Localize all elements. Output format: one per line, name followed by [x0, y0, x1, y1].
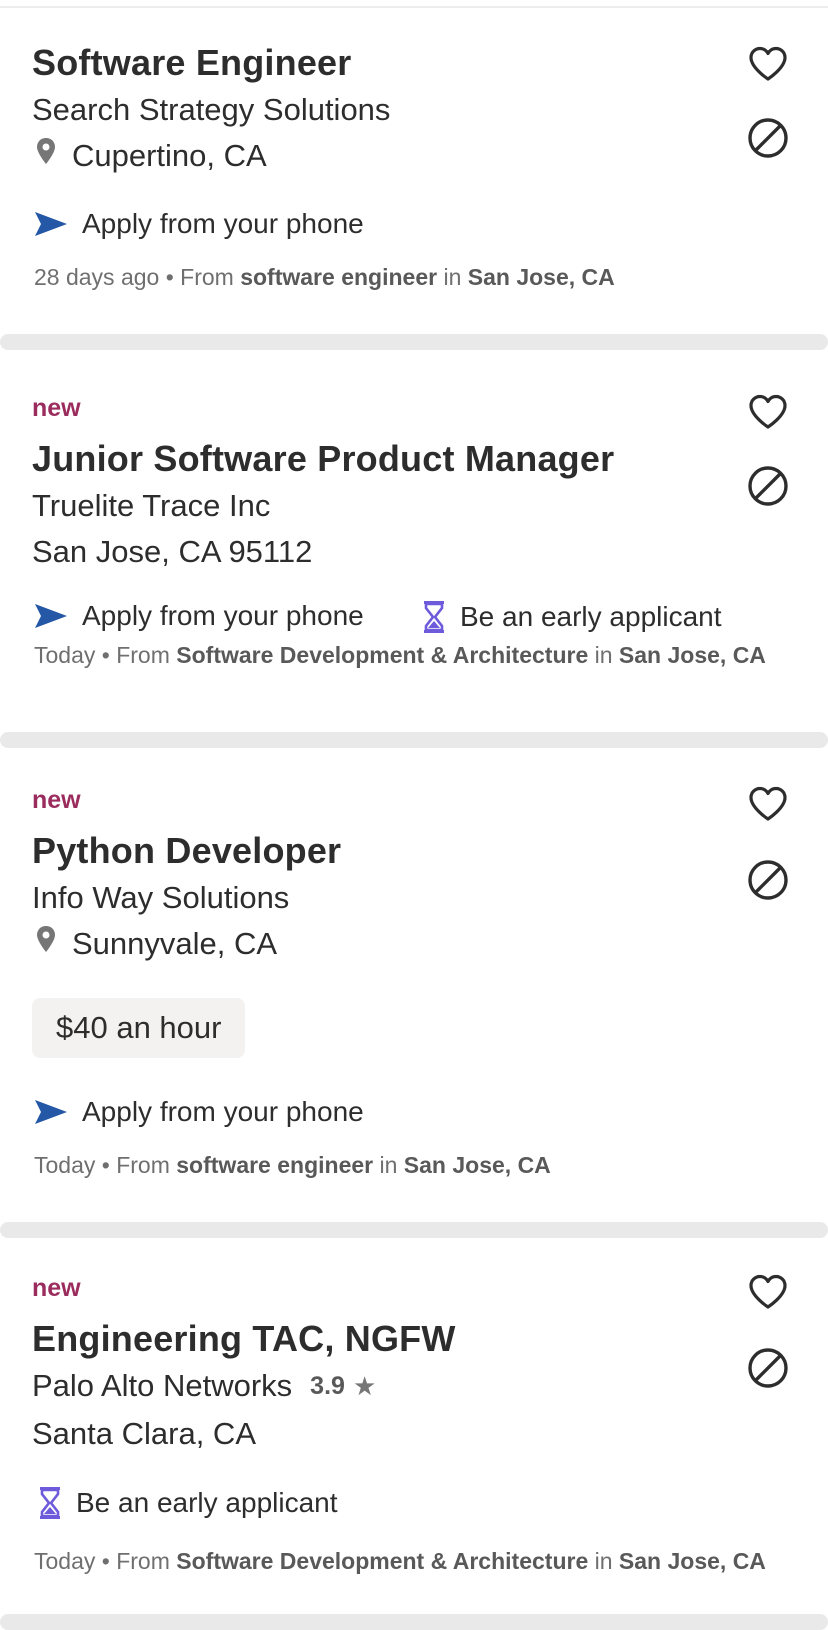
in-word: in [443, 264, 462, 290]
not-interested-icon [748, 860, 788, 900]
company-text: Palo Alto Networks [32, 1368, 293, 1403]
not-interested-icon [748, 118, 788, 158]
location-text: Sunnyvale, CA [72, 926, 278, 961]
posted-date: Today [34, 1152, 96, 1178]
search-term: Software Development & Architecture [176, 642, 589, 668]
new-badge: new [32, 1274, 81, 1302]
top-divider [0, 6, 828, 8]
company-name: Palo Alto Networks 3.9 ★ [32, 1368, 376, 1404]
in-word: in [594, 1548, 613, 1574]
heart-icon [749, 786, 787, 821]
job-meta: Today • From Software Development & Arch… [34, 642, 766, 669]
posted-date: 28 days ago [34, 264, 160, 290]
from-word: • From [101, 1548, 170, 1574]
job-location: San Jose, CA 95112 [32, 534, 312, 570]
new-badge: new [32, 394, 81, 422]
not-interested-button[interactable] [746, 858, 790, 902]
save-job-button[interactable] [746, 390, 790, 434]
save-job-button[interactable] [746, 1270, 790, 1314]
search-term: software engineer [176, 1152, 374, 1178]
company-name: Truelite Trace Inc [32, 488, 271, 523]
feature-label: Apply from your phone [82, 600, 364, 631]
hourglass-icon [424, 601, 444, 633]
search-location: San Jose, CA [618, 642, 766, 668]
save-job-button[interactable] [746, 782, 790, 826]
send-icon [35, 604, 67, 628]
search-location: San Jose, CA [403, 1152, 551, 1178]
job-location: Sunnyvale, CA [32, 926, 277, 962]
job-location: Santa Clara, CA [32, 1416, 256, 1452]
send-icon [35, 1100, 67, 1124]
card-separator [0, 1222, 828, 1238]
hourglass-icon [40, 1487, 60, 1519]
search-term: software engineer [240, 264, 438, 290]
from-word: • From [101, 642, 170, 668]
search-location: San Jose, CA [467, 264, 615, 290]
job-title[interactable]: Python Developer [32, 830, 341, 872]
posted-date: Today [34, 1548, 96, 1574]
send-icon [35, 212, 67, 236]
not-interested-button[interactable] [746, 116, 790, 160]
apply-from-phone-feature: Apply from your phone [34, 1096, 364, 1128]
save-job-button[interactable] [746, 42, 790, 86]
job-meta: Today • From Software Development & Arch… [34, 1548, 766, 1575]
early-applicant-feature: Be an early applicant [422, 600, 722, 634]
not-interested-button[interactable] [746, 1346, 790, 1390]
job-meta: Today • From software engineer in San Jo… [34, 1152, 551, 1179]
heart-icon [749, 394, 787, 429]
job-title[interactable]: Software Engineer [32, 42, 351, 84]
job-title[interactable]: Engineering TAC, NGFW [32, 1318, 456, 1360]
feature-label: Be an early applicant [460, 601, 722, 632]
company-name: Info Way Solutions [32, 880, 290, 915]
star-icon: ★ [352, 1370, 377, 1401]
search-location: San Jose, CA [618, 1548, 766, 1574]
salary-badge: $40 an hour [32, 998, 246, 1058]
in-word: in [379, 1152, 398, 1178]
new-badge: new [32, 786, 81, 814]
job-meta: 28 days ago • From software engineer in … [34, 264, 615, 291]
from-word: • From [101, 1152, 170, 1178]
feature-label: Apply from your phone [82, 1096, 364, 1127]
card-separator [0, 334, 828, 350]
location-pin-icon [37, 926, 55, 952]
location-text: San Jose, CA 95112 [32, 534, 313, 569]
company-name: Search Strategy Solutions [32, 92, 391, 127]
heart-icon [749, 46, 787, 81]
feature-label: Apply from your phone [82, 208, 364, 239]
job-location: Cupertino, CA [32, 138, 267, 174]
from-word: • From [165, 264, 234, 290]
heart-icon [749, 1274, 787, 1309]
in-word: in [594, 642, 613, 668]
search-term: Software Development & Architecture [176, 1548, 589, 1574]
location-pin-icon [37, 138, 55, 164]
early-applicant-feature: Be an early applicant [38, 1486, 338, 1520]
card-separator [0, 732, 828, 748]
not-interested-icon [748, 1348, 788, 1388]
not-interested-icon [748, 466, 788, 506]
location-text: Santa Clara, CA [32, 1416, 256, 1451]
company-rating[interactable]: 3.9 [310, 1372, 345, 1401]
posted-date: Today [34, 642, 96, 668]
not-interested-button[interactable] [746, 464, 790, 508]
apply-from-phone-feature: Apply from your phone [34, 208, 364, 240]
feature-label: Be an early applicant [76, 1487, 338, 1518]
job-title[interactable]: Junior Software Product Manager [32, 438, 614, 480]
apply-from-phone-feature: Apply from your phone [34, 600, 364, 632]
location-text: Cupertino, CA [72, 138, 267, 173]
